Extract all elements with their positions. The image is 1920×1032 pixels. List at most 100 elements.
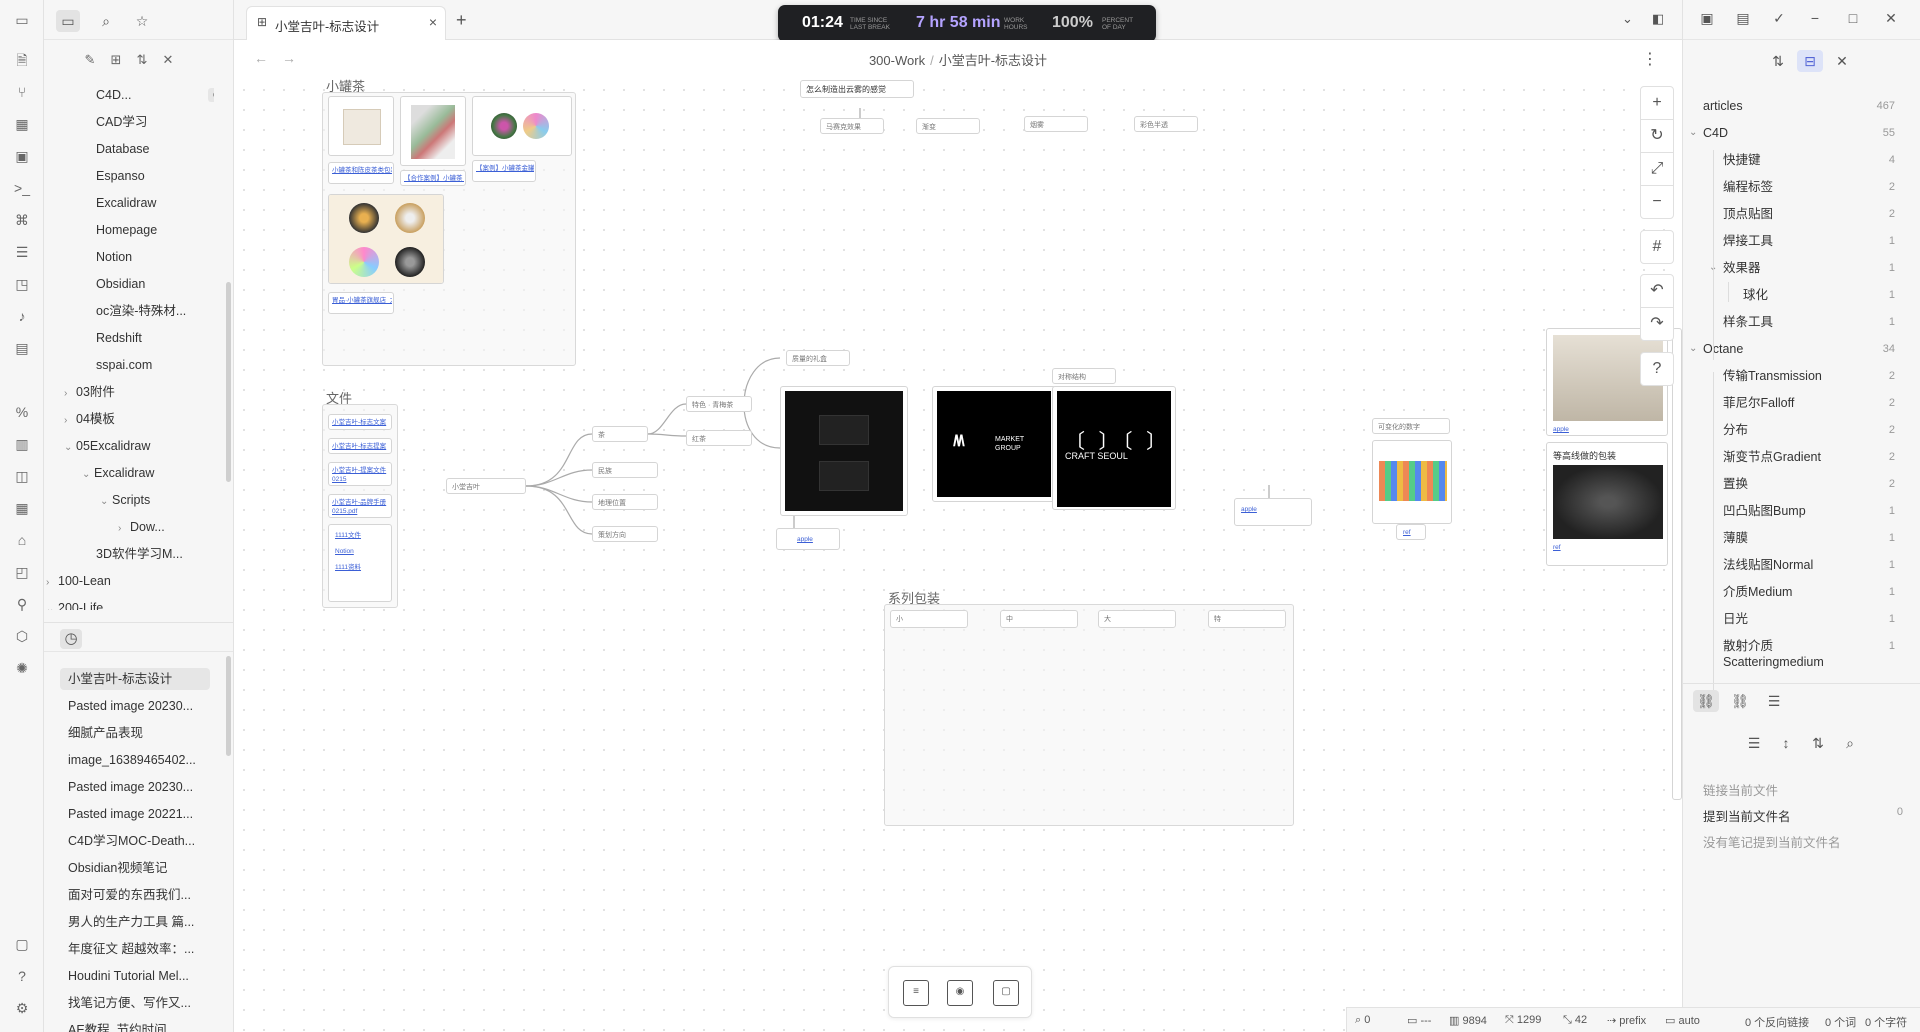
tag-row[interactable]: 菲尼尔Falloff 2 xyxy=(1683,392,1913,414)
tree-item[interactable]: CAD学习 xyxy=(96,111,214,133)
tree-item[interactable]: ⌄ 05Excalidraw xyxy=(64,435,200,457)
mindmap-branch-direction[interactable]: 策划方向 xyxy=(592,526,658,542)
fullscreen-icon[interactable]: ⤢ xyxy=(1640,152,1674,186)
outline-icon[interactable]: ☰ xyxy=(1761,690,1787,712)
file-link-node-3[interactable]: 小堂吉叶-提案文件 0215 xyxy=(328,462,392,486)
tag-row[interactable]: 分布 2 xyxy=(1683,419,1913,441)
tag-row[interactable]: 顶点贴图 2 xyxy=(1683,203,1913,225)
tea-cans-image-box[interactable] xyxy=(400,96,466,166)
help-icon[interactable]: ? xyxy=(1640,352,1674,386)
bulb-icon[interactable]: ✺ xyxy=(12,658,32,678)
outgoing-links-icon[interactable]: ⛓ xyxy=(1727,690,1753,712)
black-box-image-box[interactable] xyxy=(780,386,908,516)
tree-item[interactable]: Homepage xyxy=(96,219,214,241)
group-series-packaging[interactable] xyxy=(884,604,1294,826)
chevron-down-icon[interactable]: ⌄ xyxy=(100,491,112,511)
series-box-medium[interactable]: 中 xyxy=(1000,610,1078,628)
mindmap-branch-ethnic[interactable]: 民族 xyxy=(592,462,658,478)
zoom-out-icon[interactable]: − xyxy=(1640,185,1674,219)
file-link-node-1[interactable]: 小堂吉叶-标志文案 xyxy=(328,414,392,430)
minimize-icon[interactable]: − xyxy=(1805,10,1825,26)
tree-item[interactable]: ⌄ Scripts xyxy=(100,489,200,511)
clock-icon[interactable]: ◷ xyxy=(60,629,82,649)
chevron-down-icon[interactable]: ⌄ xyxy=(46,599,58,610)
status-words-sep[interactable]: ▭ --- xyxy=(1407,1014,1431,1027)
recent-file-item[interactable]: 面对可爱的东西我们... xyxy=(60,884,210,906)
file-explorer-icon[interactable]: ▭ xyxy=(56,10,80,32)
undo-icon[interactable]: ↶ xyxy=(1640,274,1674,308)
status-auto[interactable]: ▭ auto xyxy=(1665,1014,1700,1027)
chevron-down-icon[interactable]: ⌄ xyxy=(1689,122,1697,144)
tag-row[interactable]: 传输Transmission 2 xyxy=(1683,365,1913,387)
tag-row[interactable]: 置换 2 xyxy=(1683,473,1913,495)
recent-files-scrollbar[interactable] xyxy=(226,656,231,756)
node-variable-digits[interactable]: 可变化的数字 xyxy=(1372,418,1450,434)
node-contrast-structure[interactable]: 对称结构 xyxy=(1052,368,1116,384)
status-prefix[interactable]: ⇢ prefix xyxy=(1607,1014,1646,1027)
chevron-right-icon[interactable]: › xyxy=(64,410,76,430)
tree-item[interactable]: › 04模板 xyxy=(64,408,200,430)
collapse-tags-icon[interactable]: ✕ xyxy=(1829,50,1855,72)
search-icon[interactable]: ⌕ xyxy=(94,10,118,32)
tag-row[interactable]: 焊接工具 1 xyxy=(1683,230,1913,252)
file-link-node-2[interactable]: 小堂吉叶-标志提案 xyxy=(328,438,392,454)
tag-row[interactable]: articles 467 xyxy=(1683,95,1913,117)
tree-item[interactable]: Obsidian xyxy=(96,273,214,295)
tea-link-node-4[interactable]: 胃品·小罐茶旗舰店_大益Bruit.com xyxy=(328,292,394,314)
terminal-icon[interactable]: >_ xyxy=(12,178,32,198)
new-folder-icon[interactable]: ⊞ xyxy=(106,50,126,70)
recent-file-item[interactable]: AE教程_节约时间... xyxy=(60,1019,210,1032)
diagram-icon[interactable]: ◰ xyxy=(12,562,32,582)
status-chars[interactable]: ⤧ 1299 xyxy=(1505,1014,1541,1027)
file-tree-scrollbar[interactable] xyxy=(226,282,231,482)
question-node[interactable]: 怎么制造出云雾的感觉 xyxy=(800,80,914,98)
tree-item[interactable]: ⌄ 200-Life xyxy=(46,597,200,610)
sort-icon[interactable]: ⇅ xyxy=(132,50,152,70)
microphone-icon[interactable]: ♪ xyxy=(12,306,32,326)
add-note-icon[interactable]: ◉ xyxy=(947,980,973,1006)
sort-icon[interactable]: ⇅ xyxy=(1805,732,1831,754)
chevron-down-icon[interactable]: ⌄ xyxy=(64,437,76,457)
tea-lids-image-box[interactable] xyxy=(472,96,572,156)
recent-file-item[interactable]: Obsidian视频笔记 xyxy=(60,857,210,879)
ref-link-2[interactable]: ref xyxy=(1553,543,1583,552)
chevron-right-icon[interactable]: › xyxy=(46,572,58,592)
tree-item[interactable]: › Dow... xyxy=(118,516,200,538)
graph-icon[interactable]: ⑂ xyxy=(12,82,32,102)
craft-seoul-image-box[interactable]: 〔 〕〔 〕 CRAFT SEOUL xyxy=(1052,386,1176,510)
tree-item[interactable]: Database xyxy=(96,138,214,160)
mindmap-leaf-black-tea[interactable]: 红茶 xyxy=(686,430,752,446)
status-words[interactable]: ▥ 9894 xyxy=(1449,1014,1487,1027)
files-icon[interactable]: 🗎 xyxy=(12,50,32,70)
recent-file-item[interactable]: Pasted image 20230... xyxy=(60,776,210,798)
check-icon[interactable]: ✓ xyxy=(1769,10,1789,27)
mindmap-branch-tea[interactable]: 茶 xyxy=(592,426,648,442)
tree-item[interactable]: C4D... CANVAS xyxy=(96,84,214,106)
tree-item[interactable]: 3D软件学习M... xyxy=(96,543,214,565)
tag-hierarchy-icon[interactable]: ⊟ xyxy=(1797,50,1823,72)
tea-designs-image-box[interactable] xyxy=(328,194,444,284)
status-backlinks[interactable]: 0 个反向链接 xyxy=(1745,1014,1809,1030)
tea-link-node-2[interactable]: 【合作案例】小罐茶 · 茶叶设计方案 xyxy=(400,170,466,186)
chevron-down-icon[interactable]: ⌄ xyxy=(82,464,94,484)
backlinks-icon[interactable]: ⛓ xyxy=(1693,690,1719,712)
reset-zoom-icon[interactable]: ↻ xyxy=(1640,119,1674,153)
dashboard-icon[interactable]: ◫ xyxy=(12,466,32,486)
new-note-icon[interactable]: ✎ xyxy=(80,50,100,70)
add-card-icon[interactable]: ≡ xyxy=(903,980,929,1006)
bookmark-icon[interactable]: ☆ xyxy=(130,10,154,32)
recent-file-item[interactable]: Pasted image 20221... xyxy=(60,803,210,825)
tree-item[interactable]: oc渲染-特殊材... xyxy=(96,300,214,322)
add-media-icon[interactable]: ▢ xyxy=(993,980,1019,1006)
right-sidebar-toggle-icon[interactable]: ◧ xyxy=(1652,11,1664,27)
mindmap-leaf-special[interactable]: 特色 · 青梅茶 xyxy=(686,396,752,412)
canvas-view[interactable]: ← → 300-Work / 小堂吉叶-标志设计 ⋮ 小罐茶 小罐茶和陈皮茶类包… xyxy=(234,40,1682,1032)
recent-file-item[interactable]: Houdini Tutorial Mel... xyxy=(60,965,210,987)
mention-current-file[interactable]: 提到当前文件名 0 xyxy=(1703,806,1913,826)
tea-link-node-1[interactable]: 小罐茶和陈皮茶类包装茶叶礼盒设计 xyxy=(328,162,394,184)
chevron-right-icon[interactable]: › xyxy=(64,383,76,403)
tag-row[interactable]: 渐变节点Gradient 2 xyxy=(1683,446,1913,468)
recent-file-item[interactable]: C4D学习MOC-Death... xyxy=(60,830,210,852)
vault-icon[interactable]: ▢ xyxy=(12,934,32,954)
recent-file-item[interactable]: 细腻产品表现 xyxy=(60,722,210,744)
